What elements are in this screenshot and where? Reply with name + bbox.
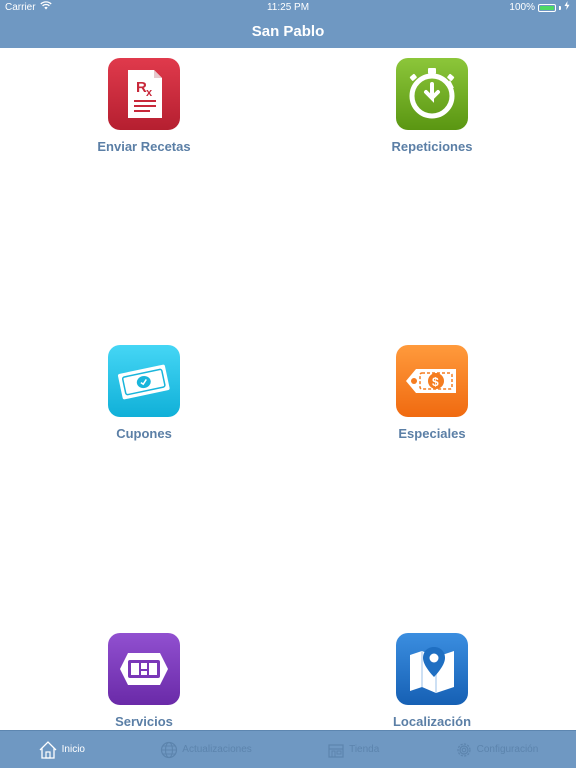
map-pin-icon bbox=[396, 633, 468, 705]
status-time: 11:25 PM bbox=[266, 2, 310, 13]
battery-tip bbox=[559, 6, 561, 10]
stopwatch-refill-icon bbox=[396, 58, 468, 130]
tile-label: Especiales bbox=[398, 426, 466, 441]
tab-actualizaciones[interactable]: Actualizaciones bbox=[160, 741, 252, 759]
tile-cupones[interactable]: Cupones bbox=[44, 345, 244, 441]
home-grid: R x Enviar Recetas Repeticiones Cupones … bbox=[0, 48, 576, 730]
status-bar: Carrier 11:25 PM 100% bbox=[0, 0, 576, 16]
tile-label: Servicios bbox=[115, 714, 173, 729]
page-title: San Pablo bbox=[251, 23, 325, 40]
tab-label: Inicio bbox=[61, 744, 85, 755]
tile-repeticiones[interactable]: Repeticiones bbox=[332, 58, 532, 154]
tile-label: Localización bbox=[392, 714, 472, 729]
cash-coupon-icon bbox=[108, 345, 180, 417]
prescription-icon: R x bbox=[108, 58, 180, 130]
tab-configuracion[interactable]: Configuración bbox=[455, 741, 539, 759]
svg-text:x: x bbox=[146, 87, 153, 99]
battery-icon bbox=[538, 4, 556, 12]
home-icon bbox=[38, 740, 58, 760]
tile-especiales[interactable]: $ Especiales bbox=[332, 345, 532, 441]
tile-label: Enviar Recetas bbox=[97, 139, 191, 154]
tab-inicio[interactable]: Inicio bbox=[38, 740, 85, 760]
status-right: 100% bbox=[509, 0, 570, 16]
tile-servicios[interactable]: Servicios bbox=[44, 633, 244, 729]
store-icon bbox=[327, 741, 345, 759]
tab-bar: Inicio Actualizaciones Tienda Configurac… bbox=[0, 730, 576, 768]
charging-icon bbox=[564, 0, 570, 16]
tab-tienda[interactable]: Tienda bbox=[327, 741, 379, 759]
battery-percent: 100% bbox=[509, 2, 535, 13]
globe-icon bbox=[160, 741, 178, 759]
gear-icon bbox=[455, 741, 473, 759]
svg-text:$: $ bbox=[432, 375, 439, 389]
services-icon bbox=[108, 633, 180, 705]
tile-localizacion[interactable]: Localización bbox=[332, 633, 532, 729]
tab-label: Tienda bbox=[349, 744, 380, 755]
tile-label: Repeticiones bbox=[391, 139, 473, 154]
tile-enviar-recetas[interactable]: R x Enviar Recetas bbox=[44, 58, 244, 154]
tile-label: Cupones bbox=[116, 426, 172, 441]
tab-label: Actualizaciones bbox=[182, 744, 252, 755]
nav-bar: San Pablo bbox=[0, 16, 576, 48]
price-tag-icon: $ bbox=[396, 345, 468, 417]
tab-label: Configuración bbox=[476, 744, 539, 755]
